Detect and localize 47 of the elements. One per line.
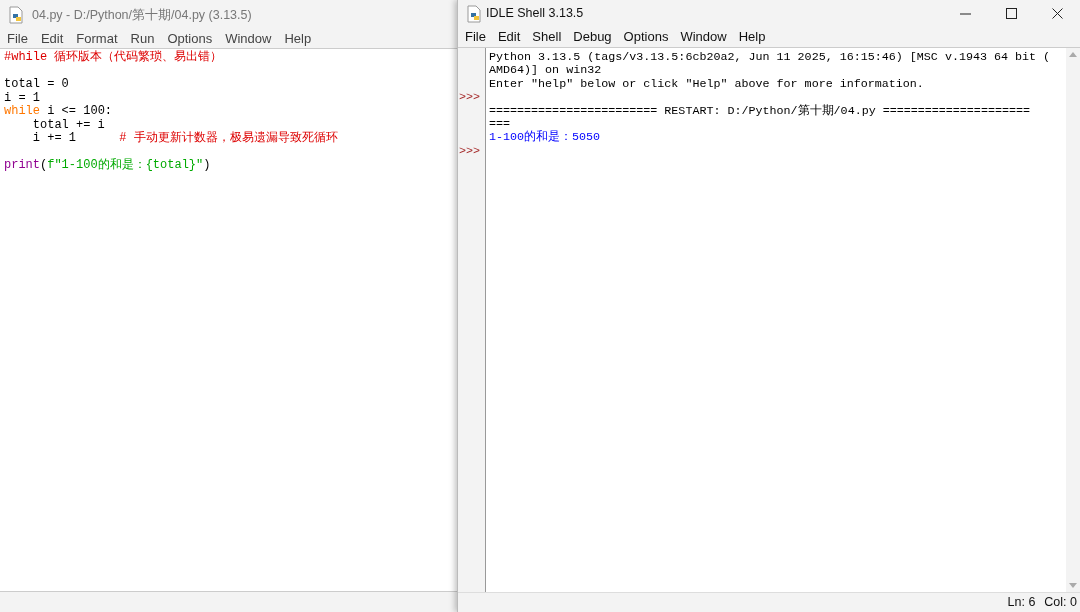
- console-text: Enter "help" below or click "Help" above for more information.: [489, 76, 924, 91]
- scroll-up-icon[interactable]: [1069, 51, 1077, 57]
- code-text: while: [4, 104, 40, 118]
- console-text: Python 3.13.5 (tags/v3.13.5:6cb20a2, Jun 11 2025, 16:15:46) [MSC v.1943 64 bit (: [489, 50, 1051, 64]
- menu-item[interactable]: Options: [163, 29, 217, 49]
- close-icon: [1051, 8, 1063, 19]
- console-text: ===: [489, 116, 511, 131]
- menu-item[interactable]: Debug: [569, 27, 616, 47]
- prompt-marker: >>>: [459, 90, 481, 105]
- menu-item[interactable]: Run: [126, 29, 159, 49]
- code-text: f"1-100的和是：{total}": [47, 158, 204, 172]
- code-text: i <= 100:: [46, 104, 113, 118]
- output-text: 1-100的和是：5050: [489, 130, 601, 145]
- console-text: ======================== RESTART: D:/Python/第十期/04.py =====================: [489, 103, 1030, 118]
- code-comment: # 手动更新计数器，极易遗漏导致死循环: [119, 131, 338, 145]
- menu-item[interactable]: Window: [676, 27, 731, 47]
- line-indicator: Ln: 6: [1007, 594, 1036, 612]
- code-text: (: [40, 158, 48, 172]
- menu-item[interactable]: File: [461, 27, 490, 47]
- menu-item[interactable]: File: [3, 29, 32, 49]
- code-text: total += i: [31, 117, 105, 132]
- menu-item[interactable]: Help: [280, 29, 316, 49]
- window-title: IDLE Shell 3.13.5: [486, 5, 584, 23]
- code-text: total = 0: [4, 77, 69, 91]
- scroll-down-icon[interactable]: [1069, 583, 1077, 589]
- code-comment: #while 循环版本（代码繁琐、易出错）: [4, 50, 223, 64]
- python-file-icon: [466, 4, 482, 23]
- menu-item[interactable]: Shell: [528, 27, 566, 47]
- maximize-icon: [1005, 8, 1017, 19]
- python-file-icon: [8, 6, 24, 24]
- code-text: i = 1: [4, 90, 40, 105]
- code-editor[interactable]: #while 循环版本（代码繁琐、易出错） total = 0 i = 1 while i <= 100: total += i i += 1 # 手动更新计数器，极易遗漏导致死循环 print(f"1-100的和是：{total}"): [0, 48, 458, 592]
- column-indicator: Col: 0: [1044, 594, 1077, 612]
- minimize-icon: [959, 12, 971, 15]
- menu-item[interactable]: Window: [221, 29, 276, 49]
- window-title: 04.py - D:/Python/第十期/04.py (3.13.5): [32, 6, 252, 24]
- menu-item[interactable]: Options: [619, 27, 673, 47]
- menu-item[interactable]: Format: [72, 29, 122, 49]
- console-text: AMD64)] on win32: [489, 63, 602, 78]
- menu-item[interactable]: Help: [734, 27, 770, 47]
- menu-item[interactable]: Edit: [493, 27, 525, 47]
- code-text: ): [203, 158, 211, 172]
- code-text: print: [4, 158, 40, 172]
- menu-item[interactable]: Edit: [36, 29, 68, 49]
- scrollbar[interactable]: [1066, 48, 1080, 592]
- code-text: i += 1: [31, 131, 77, 145]
- prompt-marker: >>>: [459, 143, 481, 158]
